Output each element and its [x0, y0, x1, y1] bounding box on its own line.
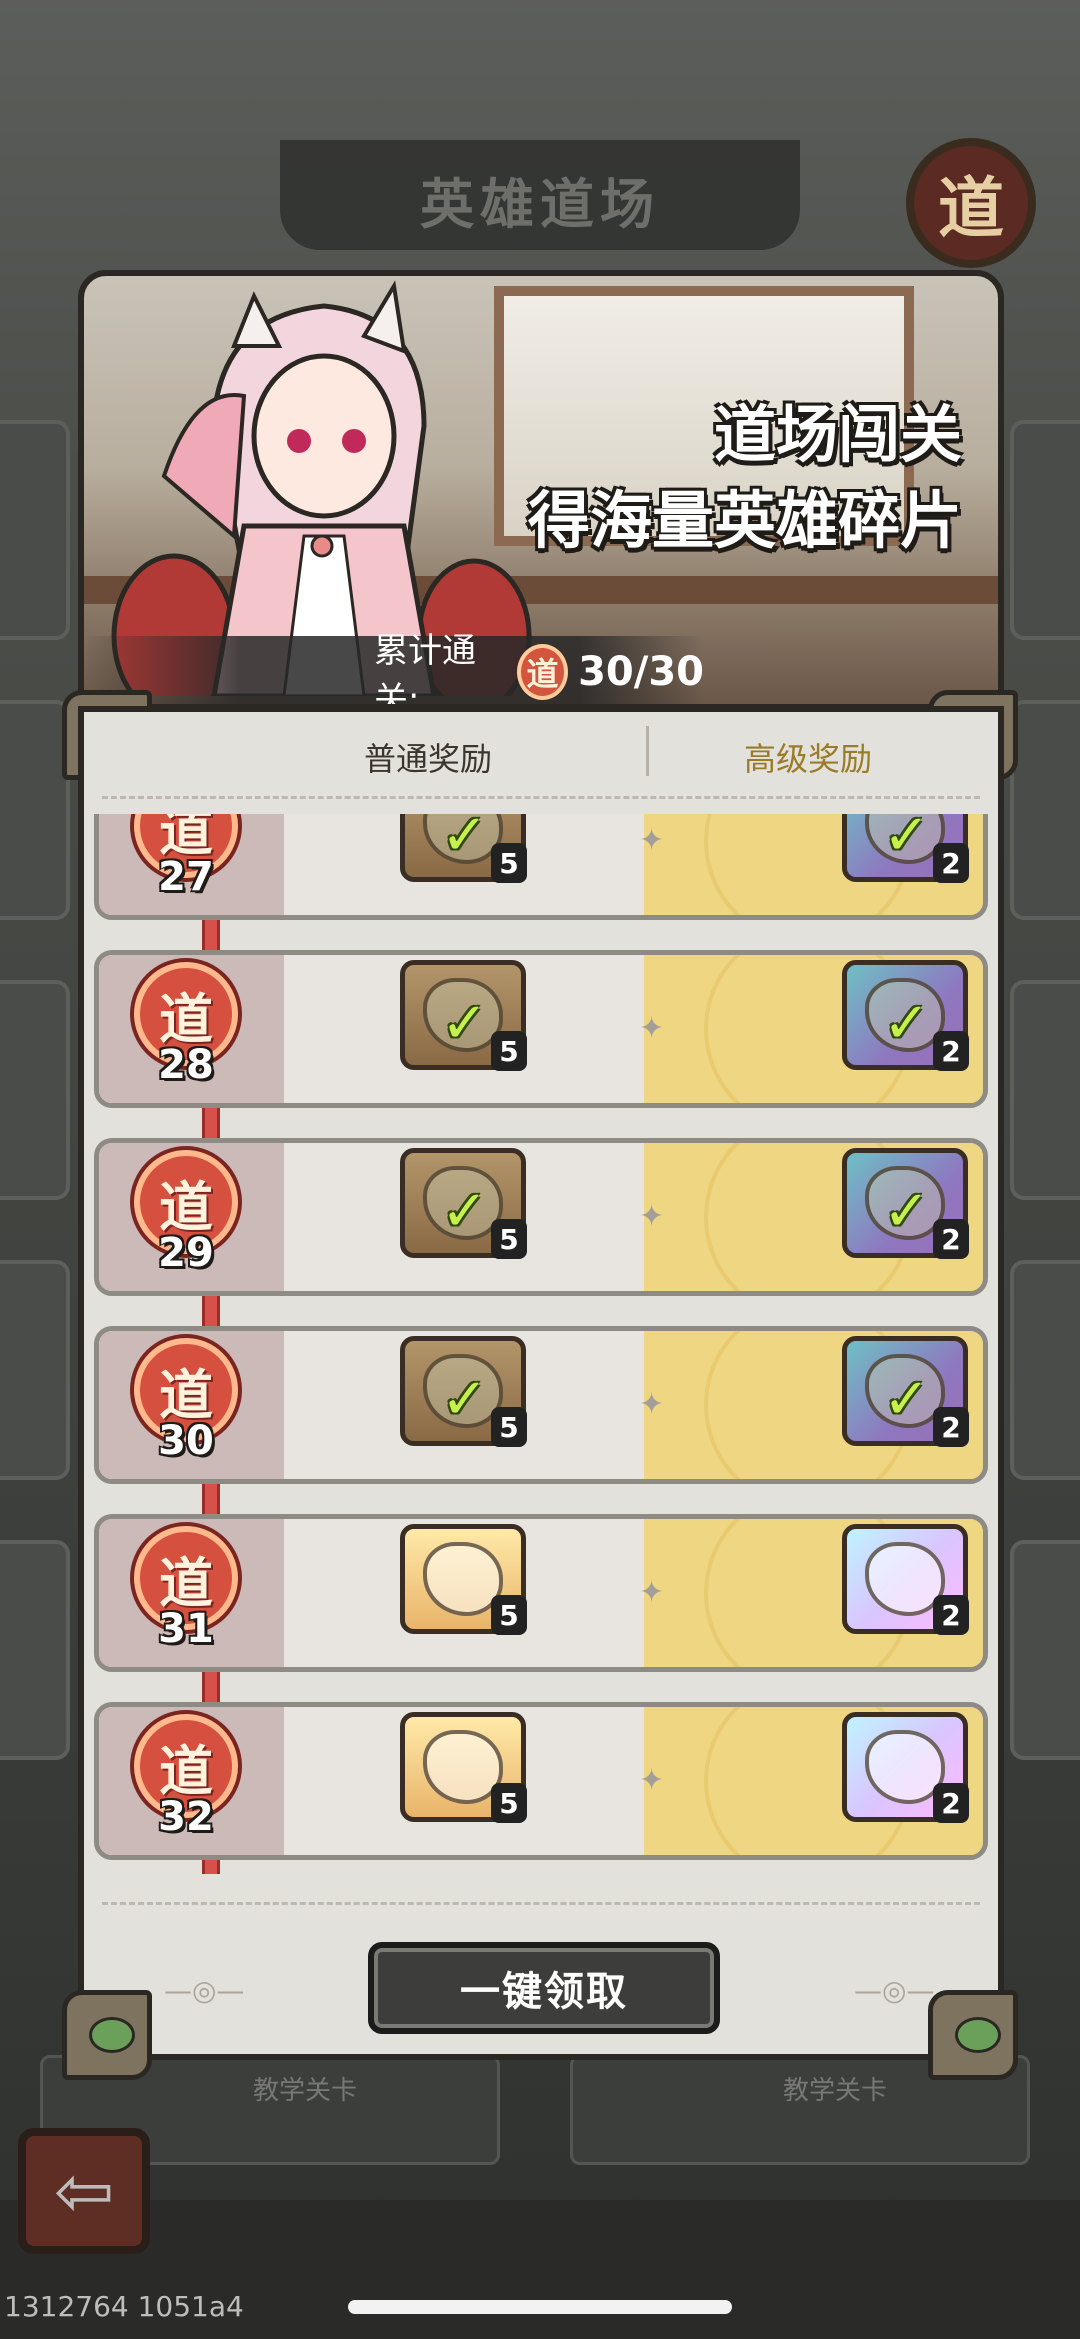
reward-row: ✦ 道 31 5 2	[94, 1506, 988, 1676]
row-separator-icon: ✦	[639, 823, 665, 858]
reward-list[interactable]: ✦ 道 27 ✓ 5 ✓ 2 ✦ 道 28 ✓ 5 ✓ 2 ✦ 道 29 ✓ 5 ✓ 2 ✦ 道 30 ✓ 5 ✓ 2 ✦ 道 31 5 2 ✦ 道…	[94, 814, 988, 1874]
reward-columns-header: 普通奖励 高级奖励	[84, 712, 998, 796]
background-card	[1010, 420, 1080, 640]
progress-value: 30/30	[578, 649, 704, 695]
normal-reward-hero-shard[interactable]: 5	[400, 1524, 527, 1635]
cleared-progress: 累计通关: 道 30/30	[84, 631, 704, 704]
corner-ornament	[62, 1990, 152, 2080]
level-number: 30	[158, 1418, 214, 1464]
reward-count: 2	[933, 843, 969, 883]
row-separator-icon: ✦	[639, 1387, 665, 1422]
normal-reward-hero-shard[interactable]: ✓ 5	[400, 1148, 527, 1259]
premium-reward-hero-shard[interactable]: ✓ 2	[842, 960, 969, 1071]
reward-count: 2	[933, 1407, 969, 1447]
reward-row: ✦ 道 27 ✓ 5 ✓ 2	[94, 814, 988, 924]
decoration-right-icon: —◎—	[854, 1974, 935, 2007]
claimed-check-icon: ✓	[883, 1367, 930, 1432]
back-button[interactable]: ⇦	[18, 2128, 150, 2254]
reward-count: 2	[933, 1219, 969, 1259]
background-card	[0, 980, 70, 1200]
background-card	[1010, 980, 1080, 1200]
progress-label: 累计通关:	[374, 631, 476, 710]
normal-reward-hero-shard[interactable]: ✓ 5	[400, 1336, 527, 1447]
normal-reward-hero-shard[interactable]: ✓ 5	[400, 814, 527, 883]
home-indicator[interactable]	[348, 2300, 732, 2314]
reward-row: ✦ 道 32 5 2	[94, 1694, 988, 1864]
row-separator-icon: ✦	[639, 1199, 665, 1234]
reward-count: 5	[491, 1031, 527, 1071]
dojo-badge-icon: 道	[906, 138, 1036, 268]
banner: 道场闯关 得海量英雄碎片 累计通关: 道 30/30	[78, 270, 1004, 710]
claimed-check-icon: ✓	[441, 814, 488, 868]
dojo-reward-modal: 道场闯关 得海量英雄碎片 累计通关: 道 30/30 普通奖励 高级奖励 ✦ 道 2…	[62, 270, 1018, 2080]
reward-count: 5	[491, 1407, 527, 1447]
claimed-check-icon: ✓	[441, 991, 488, 1056]
premium-reward-hero-shard[interactable]: ✓ 2	[842, 1148, 969, 1259]
reward-row: ✦ 道 30 ✓ 5 ✓ 2	[94, 1318, 988, 1488]
level-number: 27	[158, 854, 214, 900]
reward-count: 5	[491, 1595, 527, 1635]
reward-count: 2	[933, 1783, 969, 1823]
background-card	[1010, 1260, 1080, 1480]
reward-count: 2	[933, 1031, 969, 1071]
background-card	[0, 1260, 70, 1480]
claimed-check-icon: ✓	[441, 1367, 488, 1432]
background-tab-right-label: 教学关卡	[783, 2076, 888, 2106]
background-card	[1010, 1540, 1080, 1760]
column-normal-reward: 普通奖励	[364, 740, 493, 778]
reward-count: 5	[491, 843, 527, 883]
premium-reward-hero-shard[interactable]: 2	[842, 1712, 969, 1823]
reward-count: 2	[933, 1595, 969, 1635]
level-number: 29	[158, 1230, 214, 1276]
premium-reward-hero-shard[interactable]: ✓ 2	[842, 1336, 969, 1447]
banner-headline: 道场闯关	[713, 398, 962, 471]
back-arrow-icon: ⇦	[53, 2149, 115, 2233]
normal-reward-hero-shard[interactable]: ✓ 5	[400, 960, 527, 1071]
column-premium-reward: 高级奖励	[744, 740, 873, 778]
dotted-divider	[102, 1902, 980, 1905]
reward-count: 5	[491, 1219, 527, 1259]
level-number: 32	[158, 1794, 214, 1840]
reward-panel: 普通奖励 高级奖励 ✦ 道 27 ✓ 5 ✓ 2 ✦ 道 28 ✓ 5 ✓ 2 ✦ 道 29 ✓ 5 ✓ 2 ✦ 道 30 ✓ 5…	[78, 706, 1004, 2060]
reward-row: ✦ 道 28 ✓ 5 ✓ 2	[94, 942, 988, 1112]
watermark: 1312764 1051a4	[4, 2290, 244, 2323]
premium-reward-hero-shard[interactable]: 2	[842, 1524, 969, 1635]
banner-subline: 得海量英雄碎片	[527, 484, 962, 557]
reward-count: 5	[491, 1783, 527, 1823]
background-tab-left-label: 教学关卡	[253, 2076, 358, 2106]
dojo-token-icon: 道	[516, 644, 569, 700]
dotted-divider	[102, 796, 980, 799]
background-card	[1010, 700, 1080, 920]
normal-reward-hero-shard[interactable]: 5	[400, 1712, 527, 1823]
claimed-check-icon: ✓	[883, 814, 930, 868]
claimed-check-icon: ✓	[883, 991, 930, 1056]
background-card	[0, 1540, 70, 1760]
claimed-check-icon: ✓	[441, 1179, 488, 1244]
row-separator-icon: ✦	[639, 1575, 665, 1610]
background-card	[0, 700, 70, 920]
corner-ornament	[928, 1990, 1018, 2080]
decoration-left-icon: —◎—	[164, 1974, 245, 2007]
column-divider	[646, 726, 649, 776]
background-card	[0, 420, 70, 640]
claim-all-button[interactable]: 一键领取	[368, 1942, 720, 2034]
level-number: 31	[158, 1606, 214, 1652]
row-separator-icon: ✦	[639, 1763, 665, 1798]
reward-row: ✦ 道 29 ✓ 5 ✓ 2	[94, 1130, 988, 1300]
level-number: 28	[158, 1042, 214, 1088]
claimed-check-icon: ✓	[883, 1179, 930, 1244]
premium-reward-hero-shard[interactable]: ✓ 2	[842, 814, 969, 883]
row-separator-icon: ✦	[639, 1011, 665, 1046]
